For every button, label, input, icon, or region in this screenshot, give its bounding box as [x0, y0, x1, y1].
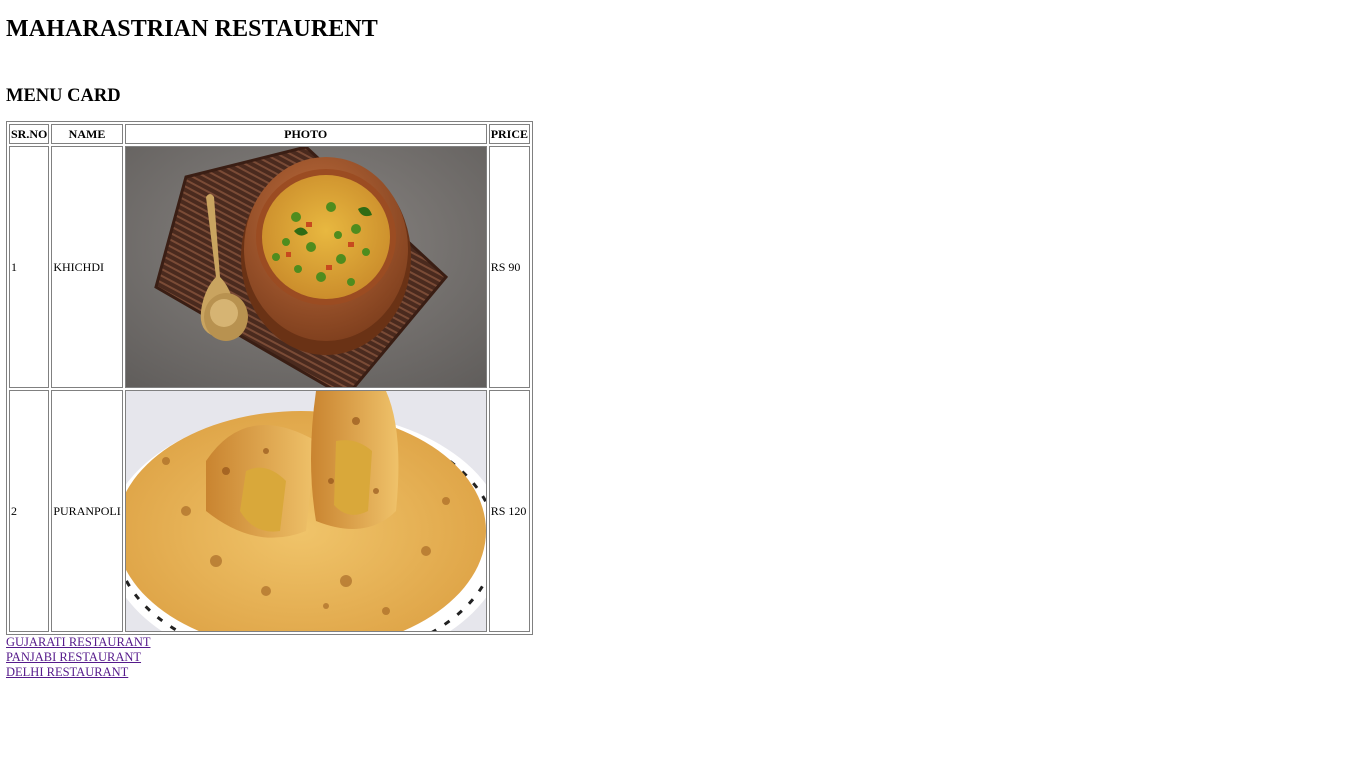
row-name: KHICHDI: [51, 146, 123, 388]
link-panjabi-restaurant[interactable]: PANJABI RESTAURANT: [6, 650, 141, 665]
page: MAHARASTRIAN RESTAURENT MENU CARD SR.NO …: [0, 0, 1366, 680]
row-price: RS 120: [488, 390, 531, 632]
header-sr-no: SR.NO: [9, 124, 50, 144]
menu-card-heading: MENU CARD: [6, 86, 121, 106]
row-photo: [124, 390, 487, 632]
table-header-row: SR.NO NAME PHOTO PRICE: [9, 124, 531, 144]
header-photo: PHOTO: [124, 124, 487, 144]
row-sr-no: 2: [9, 390, 50, 632]
row-name: PURANPOLI: [51, 390, 123, 632]
page-title: MAHARASTRIAN RESTAURENT: [6, 16, 378, 42]
header-price: PRICE: [488, 124, 531, 144]
link-gujarati-restaurant[interactable]: GUJARATI RESTAURANT: [6, 635, 151, 650]
restaurant-links: GUJARATI RESTAURANT PANJABI RESTAURANT D…: [6, 635, 1360, 680]
row-photo: [124, 146, 487, 388]
khichdi-photo: [125, 147, 486, 387]
link-delhi-restaurant[interactable]: DELHI RESTAURANT: [6, 665, 128, 680]
puranpoli-photo: [125, 391, 486, 631]
menu-table: SR.NO NAME PHOTO PRICE 1 KHICHDI RS 90 2…: [6, 121, 534, 635]
row-sr-no: 1: [9, 146, 50, 388]
header-name: NAME: [51, 124, 123, 144]
row-price: RS 90: [488, 146, 531, 388]
table-row: 2 PURANPOLI RS 120: [9, 390, 531, 632]
table-row: 1 KHICHDI RS 90: [9, 146, 531, 388]
